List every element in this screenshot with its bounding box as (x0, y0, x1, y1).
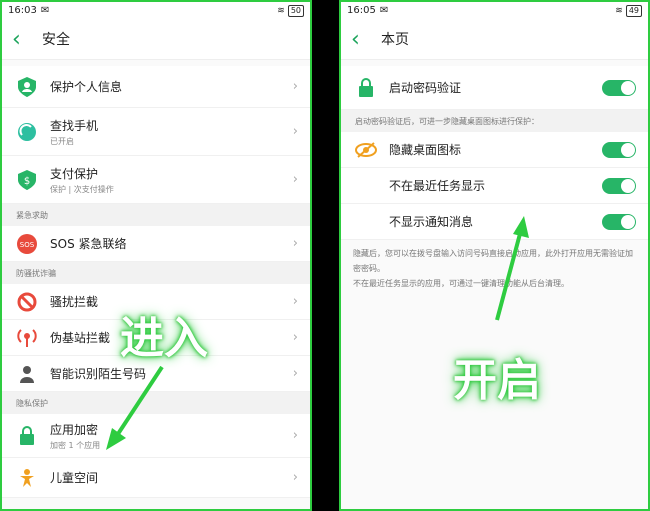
chevron-right-icon: › (292, 79, 298, 94)
chevron-right-icon: › (292, 470, 298, 485)
wifi-icon: ≋ (615, 5, 623, 16)
chevron-right-icon: › (292, 124, 298, 139)
item-label: 隐藏桌面图标 (389, 143, 462, 157)
item-sub: 已开启 (50, 136, 74, 146)
battery-level: 49 (625, 4, 642, 17)
item-label: 启动密码验证 (389, 81, 462, 95)
wifi-icon: ≋ (277, 5, 285, 16)
left-screen: 16:03 ✉ ≋ 50 ‹ 安全 保护个人信息 › 查找手机已开启 › $ 支付保… (0, 0, 312, 511)
section-header: 启动密码验证后，可进一步隐藏桌面图标进行保护： (341, 110, 648, 132)
tower-icon (16, 327, 38, 349)
startup-password-row[interactable]: 启动密码验证 (341, 66, 648, 110)
app-bar: ‹ 本页 (341, 19, 648, 60)
chevron-right-icon: › (292, 330, 298, 345)
arrow-icon (495, 216, 529, 321)
chevron-right-icon: › (292, 428, 298, 443)
eye-hidden-icon (355, 139, 377, 161)
app-bar: ‹ 安全 (2, 19, 310, 60)
startup-password-toggle[interactable] (602, 79, 636, 96)
page-title: 本页 (381, 32, 409, 48)
svg-text:$: $ (24, 176, 30, 187)
list-item-payment-protect[interactable]: $ 支付保护保护 | 次支付操作 › (2, 156, 310, 204)
item-label: 儿童空间 (50, 471, 99, 485)
status-bar: 16:03 ✉ ≋ 50 (2, 2, 310, 19)
no-recent-row[interactable]: 不在最近任务显示 (341, 168, 648, 204)
no-recent-toggle[interactable] (602, 177, 636, 194)
list-item-sos[interactable]: SOS SOS 紧急联络 › (2, 226, 310, 262)
status-bar: 16:05 ✉ ≋ 49 (341, 2, 648, 19)
section-header: 紧急求助 (2, 204, 310, 226)
notification-icon: ✉ (40, 5, 50, 16)
list-item-personal-info[interactable]: 保护个人信息 › (2, 66, 310, 108)
battery-level: 50 (287, 4, 304, 17)
hide-icon-row[interactable]: 隐藏桌面图标 (341, 132, 648, 168)
list-item-kids-space[interactable]: 儿童空间 › (2, 458, 310, 498)
find-phone-icon (16, 121, 38, 143)
right-screen: 16:05 ✉ ≋ 49 ‹ 本页 启动密码验证 启动密码验证后，可进一步隐藏桌面图… (339, 0, 650, 511)
payment-shield-icon: $ (16, 169, 38, 191)
arrow-icon (106, 365, 164, 450)
notification-icon: ✉ (379, 5, 389, 16)
page-title: 安全 (42, 32, 70, 48)
status-time: 16:05 (347, 5, 376, 16)
back-icon[interactable]: ‹ (351, 27, 375, 52)
status-time: 16:03 (8, 5, 37, 16)
block-icon (16, 291, 38, 313)
item-label: 不在最近任务显示 (389, 179, 486, 193)
chevron-right-icon: › (292, 172, 298, 187)
item-label: SOS 紧急联络 (50, 237, 127, 251)
overlay-enter-text: 进入 (120, 313, 208, 364)
lock-icon (355, 77, 377, 99)
item-label: 查找手机 (50, 118, 99, 133)
no-notify-toggle[interactable] (602, 213, 636, 230)
shield-person-icon (16, 76, 38, 98)
list-item-find-phone[interactable]: 查找手机已开启 › (2, 108, 310, 156)
back-icon[interactable]: ‹ (12, 27, 36, 52)
chevron-right-icon: › (292, 294, 298, 309)
item-label: 保护个人信息 (50, 80, 123, 94)
chevron-right-icon: › (292, 366, 298, 381)
item-sub: 保护 | 次支付操作 (50, 184, 114, 194)
lock-icon (16, 425, 38, 447)
chevron-right-icon: › (292, 236, 298, 251)
svg-text:SOS: SOS (20, 241, 35, 249)
overlay-enable-text: 开启 (453, 355, 541, 406)
sos-icon: SOS (16, 233, 38, 255)
child-icon (16, 467, 38, 489)
section-header: 防骚扰诈骗 (2, 262, 310, 284)
hide-icon-toggle[interactable] (602, 141, 636, 158)
item-label: 支付保护 (50, 166, 99, 181)
person-question-icon (16, 363, 38, 385)
